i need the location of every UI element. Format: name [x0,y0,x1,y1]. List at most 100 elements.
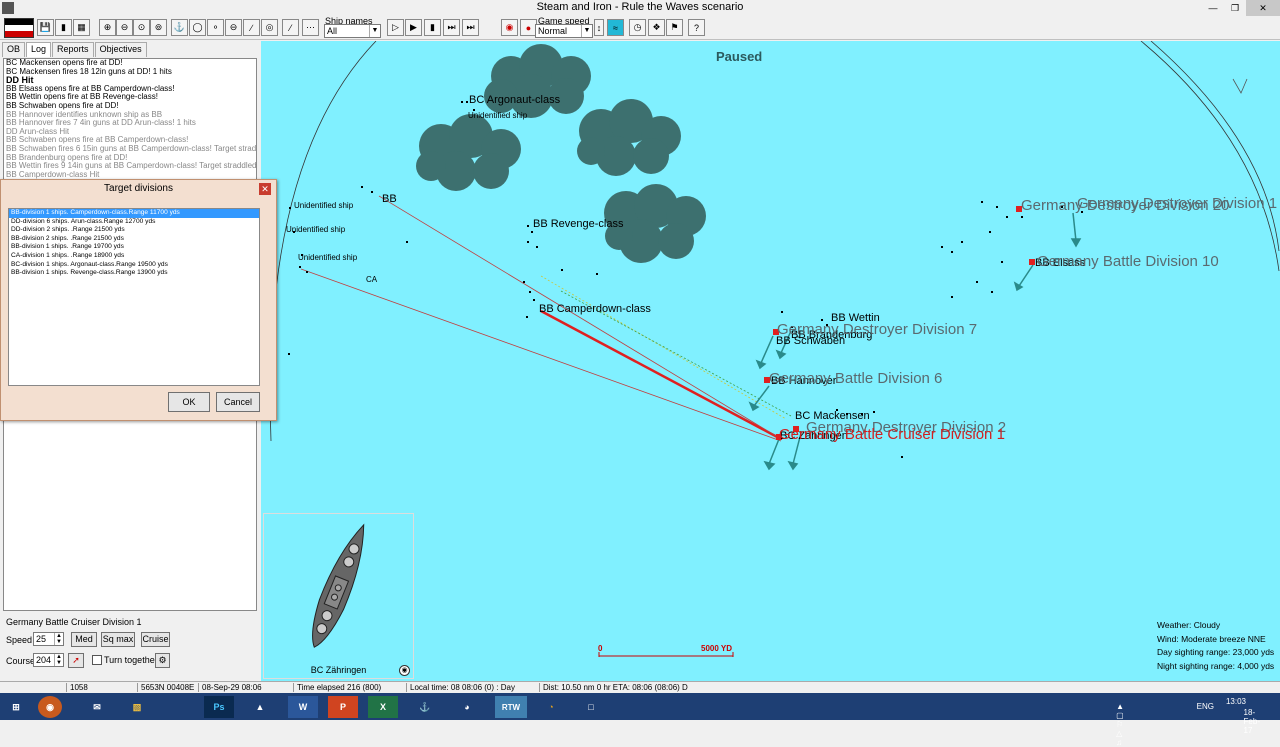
ship-dot [901,456,903,458]
wind-line: Wind: Moderate breeze NNE [1157,633,1266,644]
division-label[interactable]: Germany Destroyer Division 20 [1021,197,1229,214]
ship-label[interactable]: Unidentified ship [468,111,527,120]
clock-icon[interactable]: ◷ [629,19,646,36]
window-icon[interactable]: □ [576,696,606,718]
tab-objectives[interactable]: Objectives [94,42,147,57]
dash-icon[interactable]: ⋯ [302,19,319,36]
stop-icon[interactable]: ◉ [501,19,518,36]
zoom-in-icon[interactable]: ⊕ [99,19,116,36]
circle-icon[interactable]: ◯ [189,19,206,36]
tab-reports[interactable]: Reports [52,42,94,57]
game-speed-select[interactable]: Normal ▼ [535,24,593,38]
zoom-ship-icon[interactable]: ⊚ [150,19,167,36]
sq-max-button[interactable]: Sq max [101,632,135,647]
ship-label[interactable]: Unidentified ship [286,225,345,234]
target-list[interactable]: BB-division 1 ships. Camperdown-class.Ra… [8,208,260,386]
document-icon[interactable]: ▮ [55,19,72,36]
cruise-button[interactable]: Cruise [141,632,170,647]
windows-start-icon[interactable]: ⊞ [0,696,32,718]
ship-dot [781,311,783,313]
ruler-icon[interactable]: ▦ [73,19,90,36]
word-icon[interactable]: W [288,696,318,718]
target-division-item[interactable]: BB-division 2 ships. .Range 21500 yds [9,235,259,244]
ship-label[interactable]: BB Revenge-class [533,218,624,230]
course-input[interactable]: 204 ▲ ▼ [33,653,64,667]
tab-ob[interactable]: OB [2,42,26,57]
clock-date[interactable]: 18-Feb-17 [1244,708,1260,735]
ship-names-select[interactable]: All ▼ [324,24,381,38]
line-icon[interactable]: ∕ [243,19,260,36]
target-icon[interactable]: ◎ [261,19,278,36]
ok-button[interactable]: OK [168,392,210,412]
minus-circle-icon[interactable]: ⊖ [225,19,242,36]
ship-dot [288,353,290,355]
minimize-button[interactable]: — [1202,0,1224,16]
division-label[interactable]: Germany Battle Cruiser Division 1 [779,426,1005,443]
fast-forward-icon[interactable]: ⏭ [443,19,460,36]
skip-icon[interactable]: ⏭ [462,19,479,36]
step-double-icon[interactable]: ▶ [405,19,422,36]
rtw-icon[interactable]: RTW [495,696,527,718]
target-division-item[interactable]: DD-division 6 ships. Arun-class.Range 12… [9,218,259,227]
excel-icon[interactable]: X [368,696,398,718]
division-label[interactable]: Germany Battle Division 6 [769,370,942,387]
tray-icons[interactable]: ▲ ▢ ⚐ △ ♫ [1116,702,1124,747]
target-division-item[interactable]: DD-division 2 ships. .Range 21500 yds [9,226,259,235]
anchor-icon[interactable]: ⚓ [171,19,188,36]
help-icon[interactable]: ? [688,19,705,36]
ship-label[interactable]: Unidentified ship [294,201,353,210]
cancel-button[interactable]: Cancel [216,392,260,412]
target-division-item[interactable]: BB-division 1 ships. Camperdown-class.Ra… [9,209,259,218]
tab-log[interactable]: Log [26,42,52,57]
target-division-item[interactable]: BB-division 1 ships. .Range 19700 yds [9,243,259,252]
ship-preview: BC Zähringen ◉ [263,513,414,679]
zoom-fit-icon[interactable]: ⊙ [133,19,150,36]
flag-icon[interactable]: ⚑ [666,19,683,36]
ship-label[interactable]: CA [366,275,377,284]
ship-label[interactable]: BC Argonaut-class [469,94,560,106]
close-icon[interactable]: ✕ [259,183,271,195]
division-label[interactable]: Germany Destroyer Division 7 [777,321,977,338]
language-indicator[interactable]: ENG [1197,702,1214,711]
ship-label[interactable]: BB Camperdown-class [539,303,651,315]
speed-input[interactable]: 25 ▲ ▼ [33,632,64,646]
wows-icon[interactable]: ⚓ [410,696,440,718]
lock-icon[interactable]: ◉ [399,665,410,676]
headphones-icon[interactable]: ◔ [536,696,566,718]
zoom-out-icon[interactable]: ⊖ [116,19,133,36]
speed-spinner[interactable]: ↕ [594,19,604,36]
folder-icon[interactable]: ▧ [122,696,152,718]
ship-dot [461,101,463,103]
range-circle-icon[interactable]: ⚬ [207,19,224,36]
target-division-item[interactable]: BC-division 1 ships. Argonaut-class.Rang… [9,261,259,270]
pen-icon[interactable]: ⁄ [282,19,299,36]
firefox-icon[interactable]: ◉ [38,696,62,718]
sea-icon[interactable]: ≈ [607,19,624,36]
division-label[interactable]: Germany Battle Division 10 [1037,253,1219,270]
cloud-1 [484,44,591,118]
ship-label[interactable]: Unidentified ship [298,253,357,262]
ship-label[interactable]: BB [382,193,397,205]
close-button[interactable]: ✕ [1246,0,1280,16]
ship-dot [951,296,953,298]
compass-app-icon[interactable]: ◕ [452,696,482,718]
med-button[interactable]: Med [71,632,97,647]
mail-icon[interactable]: ✉ [82,696,112,718]
compass-icon[interactable]: ❖ [648,19,665,36]
maximize-button[interactable]: ❐ [1224,0,1246,16]
pause-step-icon[interactable]: ▮ [424,19,441,36]
course-arrow-icon[interactable]: ➚ [68,653,84,668]
ship-dot [981,201,983,203]
clock-time[interactable]: 13:03 [1226,697,1246,706]
target-division-item[interactable]: CA-division 1 ships. .Range 18900 yds [9,252,259,261]
powerpoint-icon[interactable]: P [328,696,358,718]
save-icon[interactable]: 💾 [37,19,54,36]
turn-together-checkbox[interactable] [92,655,102,665]
steam-icon[interactable]: ▲ [245,696,275,718]
target-division-item[interactable]: BB-division 1 ships. Revenge-class.Range… [9,269,259,278]
ship-dot [306,271,308,273]
step-icon[interactable]: ▷ [387,19,404,36]
settings-icon[interactable]: ⚙ [155,653,170,668]
photoshop-icon[interactable]: Ps [204,696,234,718]
ship-dot [406,241,408,243]
